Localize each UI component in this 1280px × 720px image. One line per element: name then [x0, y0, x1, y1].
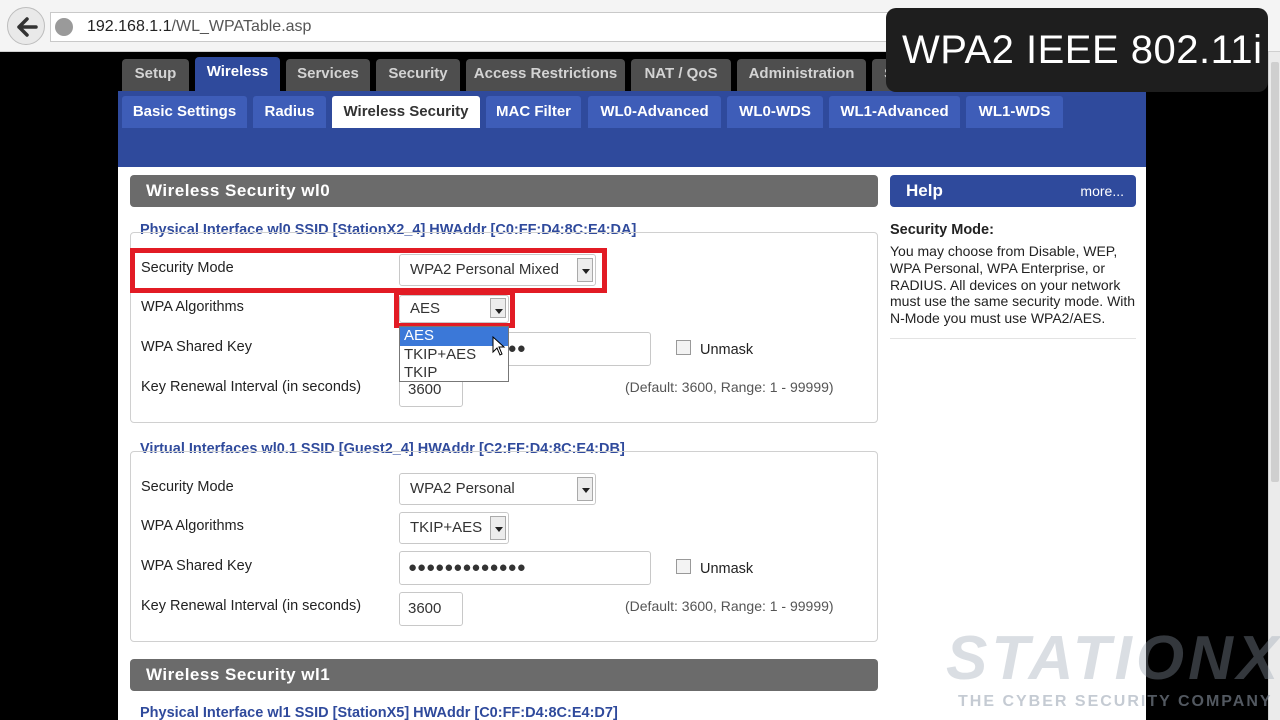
scrollbar-thumb[interactable]	[1271, 62, 1279, 482]
url-text: 192.168.1.1/WL_WPATable.asp	[87, 18, 312, 35]
virtual-security-mode-label: Security Mode	[141, 479, 234, 495]
watermark-brand: STATIONX	[946, 624, 1280, 693]
virtual-key-renewal-input[interactable]: 3600	[399, 592, 463, 626]
help-topic-title: Security Mode:	[890, 222, 994, 238]
chevron-down-icon	[490, 516, 506, 540]
subtab-mac-filter[interactable]: MAC Filter	[486, 96, 581, 128]
help-divider	[890, 338, 1136, 339]
chevron-down-icon	[577, 477, 593, 501]
virtual-wpa-algorithms-label: WPA Algorithms	[141, 518, 244, 534]
tab-nat-qos[interactable]: NAT / QoS	[631, 59, 731, 91]
vertical-scrollbar[interactable]	[1268, 52, 1280, 720]
virtual-unmask-checkbox[interactable]	[676, 559, 691, 574]
subtab-wl1-wds[interactable]: WL1-WDS	[966, 96, 1063, 128]
tab-services[interactable]: Services	[286, 59, 370, 91]
subtab-wl1-advanced[interactable]: WL1-Advanced	[829, 96, 960, 128]
tab-wireless[interactable]: Wireless	[195, 57, 280, 91]
wpa-shared-key-label: WPA Shared Key	[141, 339, 252, 355]
highlight-wpa-algorithms	[394, 290, 515, 328]
back-arrow-icon	[17, 17, 38, 37]
key-renewal-hint: (Default: 3600, Range: 1 - 99999)	[625, 379, 834, 395]
help-topic-text: You may choose from Disable, WEP, WPA Pe…	[890, 243, 1136, 327]
virtual-wpa-algorithms-select[interactable]: TKIP+AES	[399, 512, 509, 544]
unmask-checkbox[interactable]	[676, 340, 691, 355]
tab-access-restrictions[interactable]: Access Restrictions	[466, 59, 625, 91]
key-renewal-label: Key Renewal Interval (in seconds)	[141, 379, 362, 395]
virtual-wpa-shared-key-label: WPA Shared Key	[141, 558, 252, 574]
subtab-wireless-security[interactable]: Wireless Security	[332, 96, 480, 128]
physical-interface-wl1-title: Physical Interface wl1 SSID [StationX5] …	[140, 705, 618, 720]
subtab-radius[interactable]: Radius	[253, 96, 326, 128]
option-tkip[interactable]: TKIP	[400, 364, 508, 383]
tab-administration[interactable]: Administration	[737, 59, 866, 91]
tab-security[interactable]: Security	[376, 59, 460, 91]
globe-icon	[55, 18, 73, 36]
help-header: Help more...	[890, 175, 1136, 207]
subtab-wl0-wds[interactable]: WL0-WDS	[727, 96, 823, 128]
help-more-link[interactable]: more...	[1080, 175, 1124, 207]
virtual-unmask-label: Unmask	[700, 561, 754, 577]
stationx-watermark: STATIONX THE CYBER SECURITY COMPANY	[946, 623, 1278, 720]
virtual-wpa-shared-key-input[interactable]: ●●●●●●●●●●●●●	[399, 551, 651, 585]
subtab-wl0-advanced[interactable]: WL0-Advanced	[588, 96, 721, 128]
section-header-wl1: Wireless Security wl1	[130, 659, 878, 691]
subtab-basic-settings[interactable]: Basic Settings	[122, 96, 247, 128]
section-header-wl0: Wireless Security wl0	[130, 175, 878, 207]
sub-tab-bar: Basic Settings Radius Wireless Security …	[118, 91, 1146, 167]
tab-setup[interactable]: Setup	[122, 59, 189, 91]
back-button[interactable]	[7, 7, 45, 45]
mouse-cursor-icon	[492, 336, 506, 356]
virtual-key-renewal-label: Key Renewal Interval (in seconds)	[141, 598, 362, 614]
watermark-tagline: THE CYBER SECURITY COMPANY	[958, 693, 1273, 710]
wpa-algorithms-label: WPA Algorithms	[141, 299, 244, 315]
unmask-label: Unmask	[700, 342, 754, 358]
video-caption-overlay: WPA2 IEEE 802.11i	[886, 8, 1268, 92]
virtual-security-mode-select[interactable]: WPA2 Personal	[399, 473, 596, 505]
address-bar[interactable]: 192.168.1.1/WL_WPATable.asp	[50, 12, 890, 42]
highlight-security-mode	[130, 248, 607, 293]
virtual-key-renewal-hint: (Default: 3600, Range: 1 - 99999)	[625, 598, 834, 614]
